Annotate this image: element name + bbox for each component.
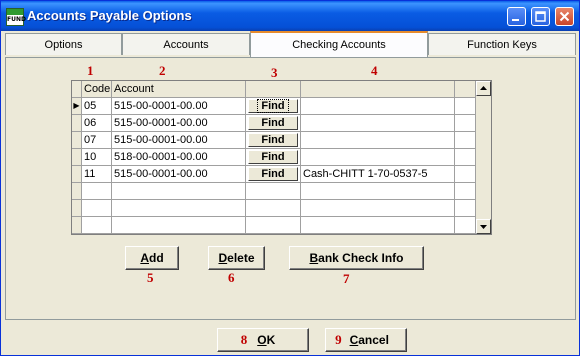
cell-code[interactable]: 07: [82, 132, 112, 149]
cell-code[interactable]: 10: [82, 149, 112, 166]
add-button[interactable]: Add: [125, 246, 179, 270]
cell-find: Find: [246, 98, 301, 115]
scroll-down-icon[interactable]: [476, 219, 491, 234]
cell-description[interactable]: [301, 217, 455, 234]
cell-find: [246, 200, 301, 217]
annotation-6: 6: [228, 270, 235, 285]
cell-code[interactable]: 06: [82, 115, 112, 132]
column-header-description: [301, 81, 455, 98]
row-indicator: [72, 115, 82, 132]
row-indicator: [72, 166, 82, 183]
cell-description[interactable]: [301, 115, 455, 132]
scroll-up-icon[interactable]: [476, 81, 491, 96]
cell-extra: [455, 115, 476, 132]
bank-check-info-button[interactable]: Bank Check Info: [289, 246, 424, 270]
cell-extra: [455, 200, 476, 217]
cell-code[interactable]: 05: [82, 98, 112, 115]
cell-extra: [455, 166, 476, 183]
cell-code[interactable]: [82, 217, 112, 234]
annotation-4: 4: [371, 63, 378, 78]
cell-account[interactable]: 515-00-0001-00.00: [112, 132, 246, 149]
cell-description[interactable]: [301, 132, 455, 149]
tab-function-keys[interactable]: Function Keys: [428, 33, 576, 55]
tab-checking-accounts[interactable]: Checking Accounts: [250, 31, 428, 57]
ok-button[interactable]: 8 OK: [217, 328, 309, 352]
cell-account[interactable]: [112, 200, 246, 217]
title-bar[interactable]: FUND Accounts Payable Options: [1, 1, 579, 31]
column-header-code: Code: [82, 81, 112, 98]
annotation-7: 7: [343, 271, 350, 286]
delete-button[interactable]: Delete: [208, 246, 265, 270]
cell-extra: [455, 98, 476, 115]
row-indicator: [72, 200, 82, 217]
column-header-extra: [455, 81, 476, 98]
cell-find: [246, 217, 301, 234]
tab-strip: Options Accounts Checking Accounts Funct…: [5, 31, 577, 57]
cell-account[interactable]: 515-00-0001-00.00: [112, 98, 246, 115]
cell-code[interactable]: [82, 183, 112, 200]
checking-accounts-grid: Code Account ▶ 05 515-00-0001-00.00 Find…: [71, 80, 492, 235]
cell-account[interactable]: 518-00-0001-00.00: [112, 149, 246, 166]
cell-account[interactable]: [112, 183, 246, 200]
window: FUND Accounts Payable Options Options Ac…: [0, 0, 580, 356]
cell-description[interactable]: [301, 200, 455, 217]
cell-account[interactable]: [112, 217, 246, 234]
annotation-5: 5: [147, 270, 154, 285]
row-indicator: [72, 183, 82, 200]
cell-description[interactable]: [301, 149, 455, 166]
cell-find: Find: [246, 166, 301, 183]
maximize-icon[interactable]: [531, 7, 550, 26]
row-indicator: [72, 149, 82, 166]
cell-extra: [455, 183, 476, 200]
annotation-8: 8: [240, 332, 248, 347]
cell-find: Find: [246, 132, 301, 149]
row-indicator: [72, 217, 82, 234]
window-title: Accounts Payable Options: [27, 8, 192, 23]
cell-find: [246, 183, 301, 200]
close-icon[interactable]: [555, 7, 574, 26]
cell-find: Find: [246, 115, 301, 132]
cell-description[interactable]: [301, 183, 455, 200]
minimize-icon[interactable]: [507, 7, 526, 26]
cell-extra: [455, 149, 476, 166]
find-button[interactable]: Find: [248, 133, 298, 147]
cell-description[interactable]: Cash-CHITT 1-70-0537-5: [301, 166, 455, 183]
find-button[interactable]: Find: [248, 116, 298, 130]
row-pointer-icon: ▶: [72, 98, 82, 115]
row-indicator: [72, 132, 82, 149]
tab-accounts[interactable]: Accounts: [122, 33, 250, 55]
row-header-corner: [72, 81, 82, 98]
annotation-3: 3: [271, 65, 278, 80]
annotation-9: 9: [335, 332, 342, 347]
cell-find: Find: [246, 149, 301, 166]
cell-account[interactable]: 515-00-0001-00.00: [112, 115, 246, 132]
tab-options[interactable]: Options: [5, 33, 122, 55]
vertical-scrollbar[interactable]: [475, 81, 491, 234]
cell-code[interactable]: [82, 200, 112, 217]
cell-account[interactable]: 515-00-0001-00.00: [112, 166, 246, 183]
find-button[interactable]: Find: [248, 167, 298, 181]
column-header-find: [246, 81, 301, 98]
find-button[interactable]: Find: [248, 150, 298, 164]
fund-app-icon: FUND: [6, 8, 26, 26]
cell-extra: [455, 132, 476, 149]
cell-extra: [455, 217, 476, 234]
cancel-button[interactable]: 9 Cancel: [325, 328, 407, 352]
annotation-2: 2: [159, 63, 166, 78]
column-header-account: Account: [112, 81, 246, 98]
cell-code[interactable]: 11: [82, 166, 112, 183]
find-button[interactable]: Find: [248, 99, 298, 113]
annotation-1: 1: [87, 63, 94, 78]
cell-description[interactable]: [301, 98, 455, 115]
